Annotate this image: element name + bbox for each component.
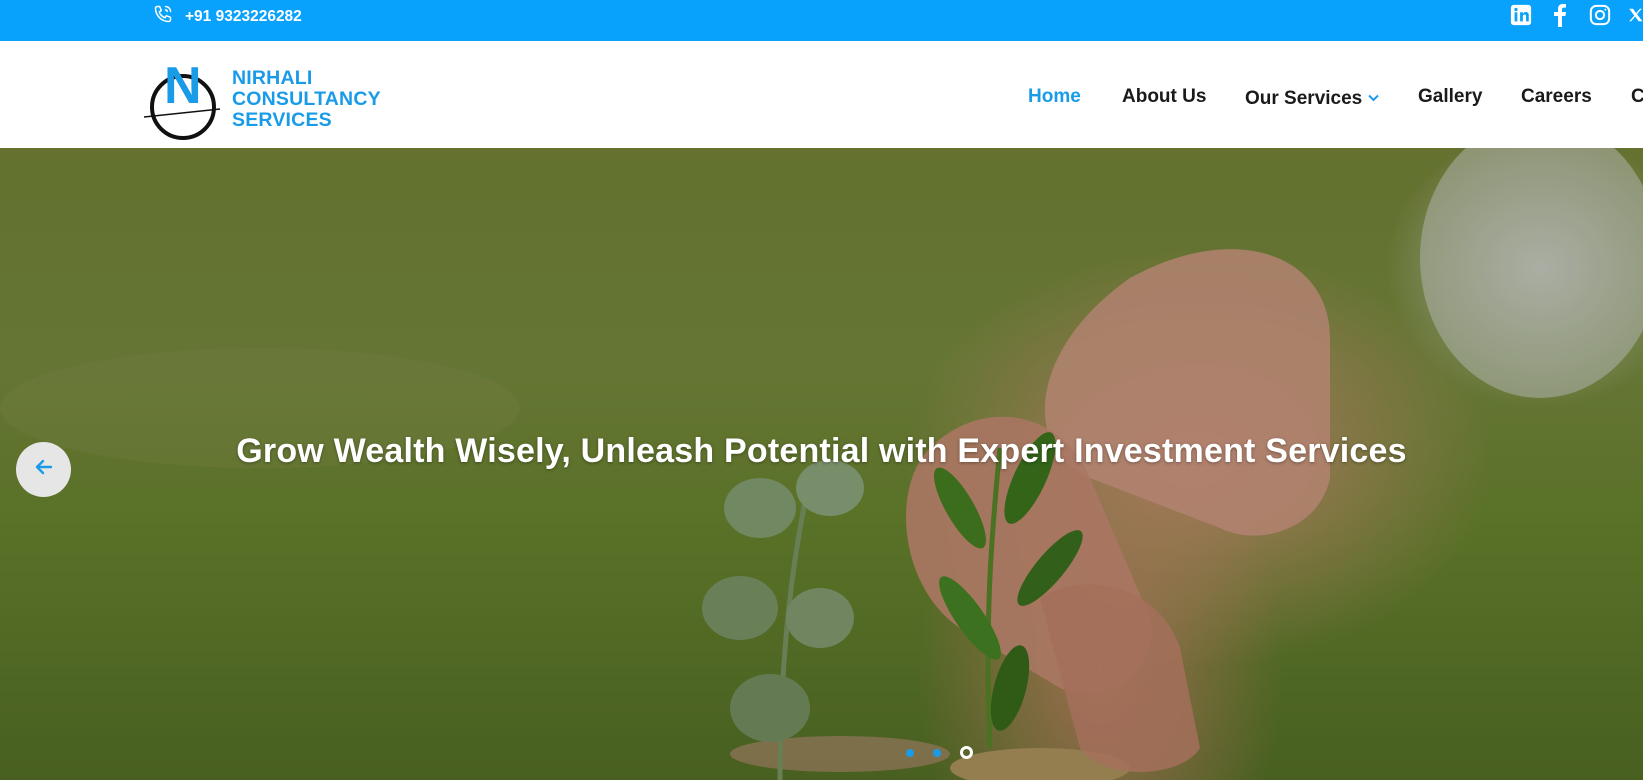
logo-mark: N (143, 57, 221, 140)
phone-contact[interactable]: +91 9323226282 (153, 0, 302, 33)
slider-pagination (906, 746, 992, 759)
slider-prev-button[interactable] (16, 442, 71, 497)
slider-dot-2[interactable] (933, 748, 941, 757)
nav-our-services[interactable]: Our Services (1245, 86, 1379, 110)
instagram-icon[interactable] (1588, 2, 1612, 28)
phone-icon (153, 4, 185, 29)
site-logo[interactable]: N NIRHALI CONSULTANCY SERVICES (142, 55, 392, 141)
site-header: N NIRHALI CONSULTANCY SERVICES Home Abou… (0, 41, 1643, 148)
nav-our-services-label: Our Services (1245, 88, 1363, 109)
nav-gallery[interactable]: Gallery (1418, 86, 1482, 108)
slider-dot-3-active[interactable] (960, 746, 973, 759)
hero-title: Grow Wealth Wisely, Unleash Potential wi… (236, 432, 1407, 470)
nav-about-us[interactable]: About Us (1122, 86, 1206, 108)
linkedin-icon[interactable] (1509, 2, 1533, 28)
logo-letter: N (164, 57, 202, 115)
logo-line-3: SERVICES (232, 109, 332, 131)
chevron-down-icon (1368, 86, 1379, 108)
phone-number[interactable]: +91 9323226282 (185, 8, 302, 26)
logo-text: NIRHALI CONSULTANCY SERVICES (232, 68, 381, 131)
logo-line-2: CONSULTANCY (232, 88, 381, 110)
logo-line-1: NIRHALI (232, 67, 313, 89)
nav-contact[interactable]: C (1631, 86, 1643, 108)
nav-careers[interactable]: Careers (1521, 86, 1592, 108)
hero-slider: Grow Wealth Wisely, Unleash Potential wi… (0, 148, 1643, 780)
x-icon[interactable] (1628, 2, 1643, 28)
slider-dot-1[interactable] (906, 748, 914, 757)
nav-home[interactable]: Home (1028, 86, 1081, 108)
arrow-left-icon (34, 457, 54, 482)
facebook-icon[interactable] (1550, 2, 1570, 28)
top-bar: +91 9323226282 (0, 0, 1643, 41)
